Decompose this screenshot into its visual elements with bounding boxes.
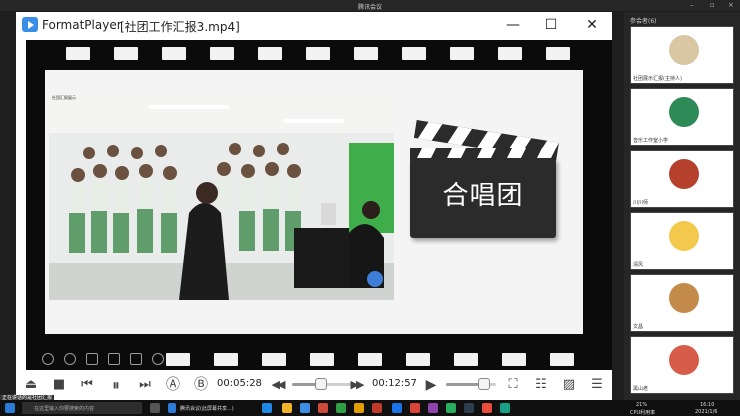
ab-repeat-a-button[interactable]: Ⓐ [164, 376, 182, 394]
meeting-title: 腾讯会议 [357, 4, 382, 11]
chrome-icon[interactable] [410, 403, 420, 413]
cpu-label: CPU利用率 [630, 410, 656, 416]
seek-slider-knob[interactable] [314, 378, 327, 390]
participant-tile[interactable]: 社团展示汇报(主持人) [630, 26, 734, 84]
choir-photo: 社团汇报展示 [49, 93, 394, 300]
app-icon[interactable] [446, 403, 456, 413]
app-icon[interactable] [392, 403, 402, 413]
participant-name: 文昌 [633, 324, 644, 330]
app-icon[interactable] [464, 403, 474, 413]
settings-button[interactable]: ☷ [532, 376, 550, 394]
previous-button[interactable]: ⏮ [78, 376, 96, 394]
taskbar: 在这里输入你要搜索的内容 腾讯会议(此屏幕共享...) 21% CPU利用率 1… [0, 400, 740, 416]
avatar [669, 345, 699, 375]
ab-repeat-b-button[interactable]: Ⓑ [192, 376, 210, 394]
pause-button[interactable]: ⏸ [106, 376, 126, 394]
app-name: FormatPlayer [42, 18, 122, 32]
avatar [669, 221, 699, 251]
participant-tile[interactable]: 清风 [630, 212, 734, 270]
current-time: 00:05:28 [217, 378, 262, 389]
task-view-icon[interactable] [150, 403, 160, 413]
stop-button[interactable]: ■ [50, 376, 68, 394]
film-sprockets-top [26, 42, 612, 62]
player-title-bar: FormatPlayer [社团工作汇报3.mp4] — ☐ ✕ [16, 12, 612, 38]
app-icon[interactable] [354, 403, 364, 413]
video-frame[interactable]: 社团汇报展示 合唱团 [26, 40, 612, 370]
app-icon[interactable] [482, 403, 492, 413]
avatar [669, 159, 699, 189]
app-icon[interactable] [500, 403, 510, 413]
player-taskbar-icon[interactable] [300, 403, 310, 413]
participant-tile[interactable]: 川川师 [630, 150, 734, 208]
folder-icon[interactable] [282, 403, 292, 413]
file-name: [社团工作汇报3.mp4] [120, 20, 240, 34]
close-icon[interactable]: × [728, 1, 734, 9]
slate-title: 合唱团 [442, 181, 524, 211]
app-icon[interactable] [428, 403, 438, 413]
avatar [669, 35, 699, 65]
clock-time[interactable]: 16:10 [700, 402, 714, 408]
photo-caption: 社团汇报展示 [52, 95, 76, 100]
minimize-button[interactable]: — [502, 15, 524, 35]
total-time: 00:12:57 [372, 378, 417, 389]
film-sprockets-bottom [26, 348, 612, 368]
windows-start-icon[interactable] [5, 403, 15, 413]
screenshot-button[interactable]: ▨ [560, 376, 578, 394]
close-button[interactable]: ✕ [581, 15, 603, 35]
participant-tile[interactable]: 音乐工作室小学 [630, 88, 734, 146]
clapperboard: 合唱团 [410, 110, 560, 240]
player-controls: ⏏ ■ ⏮ ⏸ ⏭ Ⓐ Ⓑ 00:05:28 ◀◀ ▶▶ 00:12:57 ▶ … [16, 370, 612, 400]
fast-forward-button[interactable]: ▶▶ [346, 376, 366, 394]
slate-body: 合唱团 [410, 158, 556, 238]
participant-tile[interactable]: 文昌 [630, 274, 734, 332]
rewind-button[interactable]: ◀◀ [267, 376, 287, 394]
app-icon[interactable] [336, 403, 346, 413]
fullscreen-button[interactable]: ⛶ [504, 376, 522, 394]
participant-name: 清风 [633, 262, 644, 268]
desktop: 腾讯会议 – ▫ × FormatPlayer [社团工作汇报3.mp4] — … [0, 0, 740, 416]
search-placeholder: 在这里输入你要搜索的内容 [34, 406, 95, 412]
maximize-icon[interactable]: ▫ [710, 1, 715, 9]
participants-panel: 参会者(6) 社团展示汇报(主持人) 音乐工作室小学 川川师 清风 文昌 黑山老 [624, 12, 740, 400]
play-button[interactable]: ▶ [422, 376, 440, 394]
participant-name: 黑山老 [633, 386, 649, 392]
wps-icon[interactable] [372, 403, 382, 413]
next-button[interactable]: ⏭ [136, 376, 154, 394]
volume-slider-knob[interactable] [477, 378, 490, 390]
playlist-button[interactable]: ☰ [588, 376, 606, 394]
app-icon[interactable] [318, 403, 328, 413]
eject-button[interactable]: ⏏ [22, 376, 40, 394]
player-window: FormatPlayer [社团工作汇报3.mp4] — ☐ ✕ 社团汇报展示 … [16, 12, 612, 400]
participant-tile[interactable]: 黑山老 [630, 336, 734, 394]
meeting-title-bar: 腾讯会议 – ▫ × [0, 0, 740, 11]
participant-name: 川川师 [633, 200, 649, 206]
maximize-button[interactable]: ☐ [540, 15, 562, 35]
player-app-icon [22, 17, 38, 32]
taskbar-search-input[interactable]: 在这里输入你要搜索的内容 [22, 402, 142, 414]
taskbar-app-label[interactable]: 腾讯会议(此屏幕共享...) [180, 405, 234, 412]
participants-header: 参会者(6) [630, 18, 657, 25]
clock-date[interactable]: 2021/1/6 [695, 409, 717, 415]
avatar [669, 283, 699, 313]
presentation-slide: 社团汇报展示 合唱团 [45, 70, 583, 334]
minimize-icon[interactable]: – [690, 1, 694, 9]
participant-name: 社团展示汇报(主持人) [633, 76, 682, 82]
avatar [669, 97, 699, 127]
meeting-app-icon[interactable] [168, 403, 176, 413]
cpu-usage: 21% [636, 402, 648, 408]
participant-name: 音乐工作室小学 [633, 138, 669, 144]
edge-icon[interactable] [262, 403, 272, 413]
